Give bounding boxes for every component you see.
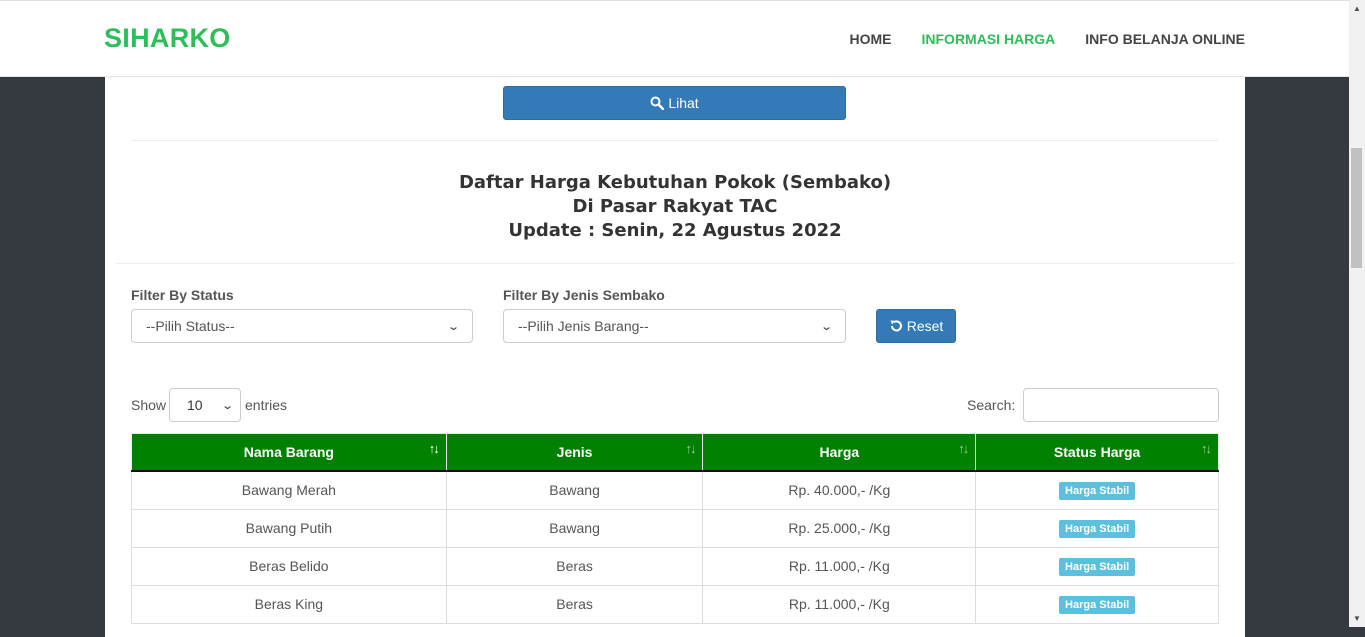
column-header-nama-barang[interactable]: Nama Barang ↑↓ [131, 433, 447, 472]
cell-status: Harga Stabil [975, 584, 1219, 624]
chevron-down-icon: ⌄ [220, 399, 234, 412]
table-header-row: Nama Barang ↑↓ Jenis ↑↓ Harga ↑↓ Status … [131, 433, 1219, 472]
cell-jenis: Bawang [445, 508, 704, 548]
search-input[interactable] [1023, 388, 1219, 422]
cell-nama: Bawang Putih [131, 508, 447, 548]
sort-icon: ↑↓ [1201, 441, 1212, 456]
cell-jenis: Bawang [445, 470, 704, 510]
column-header-label: Nama Barang [243, 443, 334, 460]
table-row: Beras King Beras Rp. 11.000,- /Kg Harga … [131, 584, 1219, 624]
status-badge: Harga Stabil [1059, 481, 1136, 500]
cell-jenis: Beras [445, 584, 704, 624]
scrollbar-thumb[interactable] [1351, 148, 1362, 268]
scroll-up-arrow-icon[interactable]: ▲ [1353, 4, 1361, 13]
nav-link-info-belanja-online[interactable]: INFO BELANJA ONLINE [1085, 31, 1245, 47]
cell-harga: Rp. 11.000,- /Kg [702, 546, 977, 586]
filter-jenis-value: --Pilih Jenis Barang-- [518, 318, 649, 334]
cell-harga: Rp. 11.000,- /Kg [702, 584, 977, 624]
content-panel: Lihat Daftar Harga Kebutuhan Pokok (Semb… [105, 77, 1245, 637]
scroll-down-arrow-icon[interactable]: ▼ [1353, 614, 1361, 623]
cell-jenis: Beras [445, 546, 704, 586]
column-header-label: Harga [819, 443, 860, 460]
column-header-label: Status Harga [1053, 443, 1141, 460]
chevron-down-icon: ⌄ [819, 320, 833, 333]
chevron-down-icon: ⌄ [446, 320, 460, 333]
lihat-button-label: Lihat [668, 95, 699, 111]
nav-link-informasi-harga[interactable]: INFORMASI HARGA [922, 31, 1056, 47]
table-row: Beras Belido Beras Rp. 11.000,- /Kg Harg… [131, 546, 1219, 586]
title-line-3: Update : Senin, 22 Agustus 2022 [508, 220, 842, 241]
entries-length-value: 10 [187, 397, 203, 413]
sort-icon: ↑↓ [958, 441, 969, 456]
page-scrollbar[interactable]: ▲ ▼ [1349, 0, 1365, 627]
cell-status: Harga Stabil [975, 546, 1219, 586]
filter-status-value: --Pilih Status-- [146, 318, 235, 334]
price-table: Nama Barang ↑↓ Jenis ↑↓ Harga ↑↓ Status … [131, 433, 1219, 624]
cell-nama: Beras King [131, 584, 447, 624]
status-badge: Harga Stabil [1059, 519, 1136, 538]
filter-jenis-label: Filter By Jenis Sembako [503, 287, 665, 303]
nav-menu: HOME INFORMASI HARGA INFO BELANJA ONLINE [850, 31, 1246, 47]
cell-status: Harga Stabil [975, 508, 1219, 548]
cell-nama: Beras Belido [131, 546, 447, 586]
search-label: Search: [967, 397, 1016, 413]
status-badge: Harga Stabil [1059, 557, 1136, 576]
column-header-status-harga[interactable]: Status Harga ↑↓ [975, 433, 1219, 472]
brand-logo[interactable]: SIHARKO [104, 23, 231, 54]
filter-status-label: Filter By Status [131, 287, 234, 303]
cell-status: Harga Stabil [975, 470, 1219, 510]
cell-harga: Rp. 40.000,- /Kg [702, 470, 977, 510]
reset-button-label: Reset [906, 318, 944, 334]
undo-icon [890, 320, 902, 332]
title-line-2: Di Pasar Rakyat TAC [572, 196, 778, 217]
cell-nama: Bawang Merah [131, 470, 447, 510]
page-title: Daftar Harga Kebutuhan Pokok (Sembako) D… [105, 171, 1245, 243]
sort-icon: ↑↓ [428, 441, 440, 456]
divider [116, 263, 1234, 264]
column-header-harga[interactable]: Harga ↑↓ [702, 433, 977, 472]
table-row: Bawang Merah Bawang Rp. 40.000,- /Kg Har… [131, 470, 1219, 510]
top-navbar: SIHARKO HOME INFORMASI HARGA INFO BELANJ… [0, 0, 1349, 77]
filter-status-select[interactable]: --Pilih Status-- ⌄ [131, 309, 473, 343]
lihat-button[interactable]: Lihat [503, 86, 846, 120]
reset-button[interactable]: Reset [876, 309, 956, 343]
entries-label: entries [245, 397, 288, 413]
show-label: Show [131, 397, 167, 413]
column-header-jenis[interactable]: Jenis ↑↓ [445, 433, 704, 472]
filter-jenis-select[interactable]: --Pilih Jenis Barang-- ⌄ [503, 309, 846, 343]
divider [131, 140, 1218, 141]
nav-link-home[interactable]: HOME [850, 31, 892, 47]
status-badge: Harga Stabil [1059, 595, 1136, 614]
title-line-1: Daftar Harga Kebutuhan Pokok (Sembako) [458, 172, 892, 193]
entries-length-select[interactable]: 10 ⌄ [169, 388, 241, 422]
sort-icon: ↑↓ [685, 441, 696, 456]
search-icon [650, 96, 665, 110]
cell-harga: Rp. 25.000,- /Kg [702, 508, 977, 548]
column-header-label: Jenis [556, 443, 593, 460]
table-row: Bawang Putih Bawang Rp. 25.000,- /Kg Har… [131, 508, 1219, 548]
